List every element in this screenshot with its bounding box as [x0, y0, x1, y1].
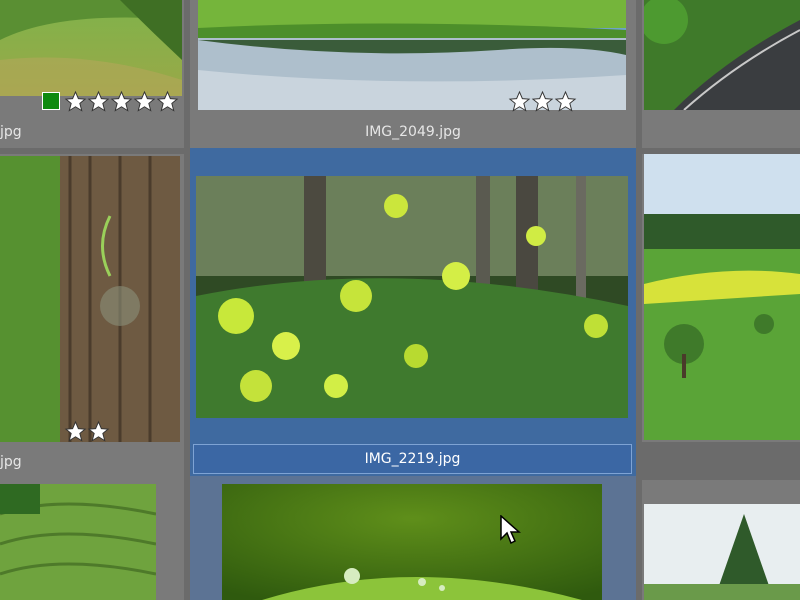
thumbnail-cell-top-left[interactable]: jpg [0, 0, 184, 148]
road-image [644, 0, 800, 110]
rating-stars[interactable] [64, 90, 179, 113]
star-icon[interactable] [554, 90, 577, 113]
fir-tree-image [644, 504, 800, 600]
image-preview[interactable] [644, 504, 800, 600]
image-preview[interactable] [196, 176, 628, 418]
star-icon[interactable] [110, 90, 133, 113]
filename-label: jpg [0, 454, 22, 470]
star-icon[interactable] [64, 90, 87, 113]
thumbnail-cell-top-center[interactable]: IMG_2049.jpg [190, 0, 636, 148]
rating-stars[interactable] [64, 420, 110, 443]
thumbnail-cell-top-right[interactable] [642, 0, 800, 148]
rating-stars[interactable] [508, 90, 577, 113]
star-icon[interactable] [64, 420, 87, 443]
thumbnail-cell-selected[interactable]: IMG_2219.jpg [190, 148, 636, 476]
terraced-fields-image [0, 484, 156, 600]
filename-label-selected: IMG_2219.jpg [193, 444, 632, 474]
star-icon[interactable] [133, 90, 156, 113]
star-icon[interactable] [531, 90, 554, 113]
mouse-cursor-icon [500, 515, 521, 545]
meadow-image [0, 0, 182, 96]
image-preview[interactable] [644, 0, 800, 110]
star-icon[interactable] [87, 90, 110, 113]
star-icon[interactable] [508, 90, 531, 113]
image-preview[interactable] [0, 156, 180, 442]
leaf-droplets-image [222, 484, 602, 600]
thumbnail-cell-mid-right[interactable] [642, 154, 800, 442]
filename-label: IMG_2049.jpg [365, 124, 461, 140]
forest-image [196, 176, 628, 418]
star-icon[interactable] [87, 420, 110, 443]
thumbnail-cell-bottom-center[interactable] [190, 476, 636, 600]
thumbnail-cell-mid-left[interactable]: jpg [0, 154, 184, 480]
image-preview[interactable] [644, 154, 800, 440]
countryside-image [644, 154, 800, 440]
thumbnail-cell-bottom-left[interactable] [0, 480, 184, 600]
image-preview[interactable] [0, 0, 182, 96]
image-preview[interactable] [0, 484, 156, 600]
filename-label: jpg [0, 124, 22, 140]
thumbnail-cell-bottom-right[interactable] [642, 480, 800, 600]
image-preview[interactable] [222, 484, 602, 600]
star-icon[interactable] [156, 90, 179, 113]
tree-bark-image [0, 156, 180, 442]
color-label-green[interactable] [42, 92, 60, 110]
